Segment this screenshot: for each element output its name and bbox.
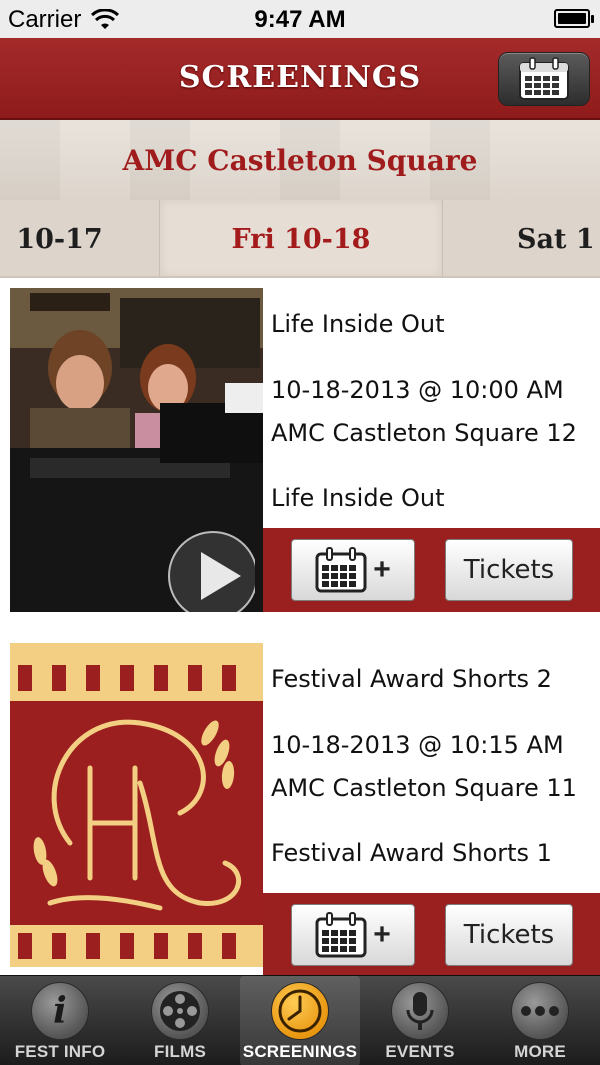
screening-item[interactable]: Life Inside Out 10-18-2013 @ 10:00 AM AM… xyxy=(0,278,600,631)
add-to-calendar-button[interactable]: + xyxy=(291,539,415,601)
film-thumbnail[interactable] xyxy=(10,643,263,967)
tab-bar: i FEST INFO FILMS SCREENINGS EVENTS MORE xyxy=(0,975,600,1065)
screening-title: Life Inside Out xyxy=(271,310,445,338)
status-bar: Carrier 9:47 AM xyxy=(0,0,600,38)
calendar-icon xyxy=(519,57,569,100)
more-icon xyxy=(511,982,569,1040)
tab-more[interactable]: MORE xyxy=(480,976,600,1065)
date-previous[interactable]: 10-17 xyxy=(0,200,160,276)
tickets-button[interactable]: Tickets xyxy=(445,904,573,966)
tab-label: FILMS xyxy=(154,1042,206,1061)
tab-label: MORE xyxy=(514,1042,566,1061)
calendar-button[interactable] xyxy=(498,52,590,106)
screening-actions: + Tickets xyxy=(263,893,600,975)
microphone-icon xyxy=(391,982,449,1040)
date-next[interactable]: Sat 1 xyxy=(442,200,600,276)
tab-label: FEST INFO xyxy=(14,1042,106,1061)
clock-icon xyxy=(271,982,329,1040)
festival-logo-image xyxy=(10,643,263,967)
battery-icon xyxy=(554,9,594,28)
plus-icon: + xyxy=(373,553,391,586)
screening-program: Life Inside Out xyxy=(271,484,445,512)
tab-label: SCREENINGS xyxy=(242,1042,358,1061)
calendar-add-icon xyxy=(315,912,367,958)
calendar-add-icon xyxy=(315,547,367,593)
tab-fest-info[interactable]: i FEST INFO xyxy=(0,976,120,1065)
screening-program: Festival Award Shorts 1 xyxy=(271,839,552,867)
film-thumbnail[interactable] xyxy=(10,288,263,612)
screening-venue: AMC Castleton Square 11 xyxy=(271,774,577,802)
status-time: 9:47 AM xyxy=(254,6,346,33)
screening-datetime: 10-18-2013 @ 10:00 AM xyxy=(271,376,564,404)
nav-bar: SCREENINGS xyxy=(0,38,600,120)
plus-icon: + xyxy=(373,918,391,951)
screening-item[interactable]: Festival Award Shorts 2 10-18-2013 @ 10:… xyxy=(0,633,600,975)
screening-title: Festival Award Shorts 2 xyxy=(271,665,552,693)
theater-name: AMC Castleton Square xyxy=(122,144,478,177)
add-to-calendar-button[interactable]: + xyxy=(291,904,415,966)
tab-screenings[interactable]: SCREENINGS xyxy=(240,976,360,1065)
info-icon: i xyxy=(31,982,89,1040)
screening-venue: AMC Castleton Square 12 xyxy=(271,419,577,447)
tab-label: EVENTS xyxy=(385,1042,455,1061)
theater-header: AMC Castleton Square xyxy=(0,120,600,200)
date-selector[interactable]: 10-17 Fri 10-18 Sat 1 xyxy=(0,200,600,278)
film-reel-icon xyxy=(151,982,209,1040)
screening-actions: + Tickets xyxy=(263,528,600,612)
date-current[interactable]: Fri 10-18 xyxy=(160,200,442,276)
tickets-button[interactable]: Tickets xyxy=(445,539,573,601)
tab-films[interactable]: FILMS xyxy=(120,976,240,1065)
tab-events[interactable]: EVENTS xyxy=(360,976,480,1065)
play-icon[interactable] xyxy=(165,528,255,612)
screening-datetime: 10-18-2013 @ 10:15 AM xyxy=(271,731,564,759)
